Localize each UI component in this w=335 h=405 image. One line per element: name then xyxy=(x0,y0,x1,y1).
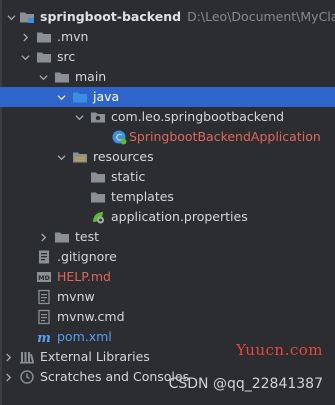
tree-row-mvnw[interactable]: mvnw xyxy=(0,287,335,307)
tree-label-java: java xyxy=(93,89,120,104)
tree-row-src[interactable]: src xyxy=(0,47,335,67)
tree-row-static[interactable]: static xyxy=(0,167,335,187)
folder-icon xyxy=(36,49,52,65)
tree-row-mvn[interactable]: .mvn xyxy=(0,27,335,47)
text-file-icon xyxy=(36,289,52,305)
spring-properties-icon xyxy=(90,209,106,225)
folder-icon xyxy=(54,69,70,85)
svg-text:m: m xyxy=(37,331,51,345)
tree-row-test[interactable]: test xyxy=(0,227,335,247)
gitignore-file-icon xyxy=(36,249,52,265)
tree-row-app-class[interactable]: C SpringbootBackendApplication xyxy=(0,127,335,147)
tree-label-src: src xyxy=(57,49,76,64)
folder-icon xyxy=(90,189,106,205)
folder-icon xyxy=(90,169,106,185)
chevron-right-icon[interactable] xyxy=(19,27,31,47)
spring-boot-class-icon: C xyxy=(111,129,127,145)
maven-icon: m xyxy=(36,329,52,345)
tree-label-package: com.leo.springbootbackend xyxy=(111,109,285,124)
source-folder-icon xyxy=(72,89,88,105)
tree-row-package[interactable]: com.leo.springbootbackend xyxy=(0,107,335,127)
tree-label-mvnw-cmd: mvnw.cmd xyxy=(57,309,125,324)
watermark-author: CSDN @qq_22841387 xyxy=(168,376,323,392)
resource-folder-icon xyxy=(72,149,88,165)
text-file-icon xyxy=(36,309,52,325)
tree-row-app-props[interactable]: application.properties xyxy=(0,207,335,227)
project-path: D:\Leo\Document\MyClass\S xyxy=(187,9,335,24)
tree-row-help[interactable]: MD HELP.md xyxy=(0,267,335,287)
tree-label-gitignore: .gitignore xyxy=(57,249,117,264)
folder-icon xyxy=(36,29,52,45)
tree-label-external-libraries: External Libraries xyxy=(40,349,150,364)
scratches-icon xyxy=(19,369,35,385)
tree-label-pom: pom.xml xyxy=(57,329,112,344)
project-name: springboot-backendD:\Leo\Document\MyClas… xyxy=(40,7,335,27)
chevron-right-icon[interactable] xyxy=(37,227,49,247)
chevron-down-icon[interactable] xyxy=(55,87,67,107)
tree-label-mvn: .mvn xyxy=(57,29,89,44)
chevron-right-icon[interactable] xyxy=(2,347,14,367)
tree-label-test: test xyxy=(75,229,100,244)
chevron-down-icon[interactable] xyxy=(5,7,17,27)
tree-row-java[interactable]: java xyxy=(0,87,335,107)
svg-text:MD: MD xyxy=(38,274,50,282)
tree-label-mvnw: mvnw xyxy=(57,289,95,304)
markdown-file-icon: MD xyxy=(36,269,52,285)
tree-label-templates: templates xyxy=(111,189,174,204)
chevron-down-icon[interactable] xyxy=(19,47,31,67)
project-tree[interactable]: springboot-backendD:\Leo\Document\MyClas… xyxy=(0,0,335,384)
package-icon xyxy=(90,109,106,125)
library-icon xyxy=(19,349,35,365)
watermark-site: Yuucn.com xyxy=(236,341,323,359)
tree-row-main[interactable]: main xyxy=(0,67,335,87)
tree-row-resources[interactable]: resources xyxy=(0,147,335,167)
tree-label-static: static xyxy=(111,169,146,184)
tree-label-resources: resources xyxy=(93,149,154,164)
tree-row-templates[interactable]: templates xyxy=(0,187,335,207)
tree-row-mvnw-cmd[interactable]: mvnw.cmd xyxy=(0,307,335,327)
folder-icon xyxy=(54,229,70,245)
tree-label-app-props: application.properties xyxy=(111,209,248,224)
tree-label-help: HELP.md xyxy=(57,269,111,284)
chevron-down-icon[interactable] xyxy=(37,67,49,87)
chevron-down-icon[interactable] xyxy=(73,107,85,127)
tree-row-gitignore[interactable]: .gitignore xyxy=(0,247,335,267)
tree-label-main: main xyxy=(75,69,107,84)
chevron-right-icon[interactable] xyxy=(2,367,14,387)
tree-row-project-root[interactable]: springboot-backendD:\Leo\Document\MyClas… xyxy=(0,7,335,27)
tree-label-scratches: Scratches and Consoles xyxy=(40,369,190,384)
project-folder-icon xyxy=(19,9,35,25)
chevron-down-icon[interactable] xyxy=(55,147,67,167)
tree-label-app-class: SpringbootBackendApplication xyxy=(129,129,321,144)
